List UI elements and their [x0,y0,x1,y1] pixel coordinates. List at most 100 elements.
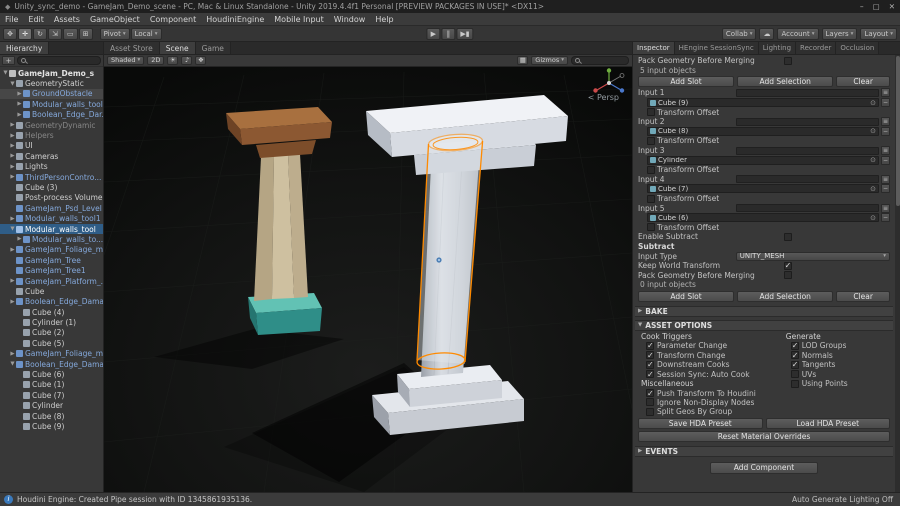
remove-input-button[interactable]: − [881,184,890,194]
checkbox[interactable] [646,370,654,379]
menu-item[interactable]: HoudiniEngine [201,13,269,26]
layers-button[interactable]: Layers ▾ [821,27,858,40]
hierarchy-item[interactable]: ▶ GeometryDynamic [0,120,103,130]
foldout-arrow-icon[interactable]: ▶ [9,216,16,222]
hierarchy-item[interactable]: GameJam_Tree [0,255,103,265]
enable-subtract-checkbox[interactable] [783,232,792,241]
input-field[interactable] [735,117,879,126]
input-object-field[interactable]: Cylinder ⊙ [647,155,879,165]
foldout-arrow-icon[interactable]: ▼ [2,70,9,76]
auto-generate-lighting-label[interactable]: Auto Generate Lighting Off [792,495,896,504]
foldout-arrow-icon[interactable]: ▶ [9,278,16,284]
pivot-toggle-button[interactable]: Pivot ▾ [99,27,130,40]
menu-item[interactable]: File [0,13,23,26]
scrollbar-thumb[interactable] [895,56,900,206]
subtract-add-slot-button[interactable]: Add Slot [638,290,735,302]
object-picker-icon[interactable]: ⊙ [870,214,876,221]
hierarchy-item[interactable]: Cube [0,286,103,296]
checkbox[interactable] [790,351,799,360]
hierarchy-item[interactable]: GameJam_Psd_Level [0,203,103,213]
foldout-arrow-icon[interactable]: ▶ [9,143,16,149]
collab-button[interactable]: Collab ▾ [721,27,757,40]
bake-section-header[interactable]: ▶ BAKE [635,305,893,317]
foldout-arrow-icon[interactable]: ▶ [9,247,16,253]
inspector-scrollbar[interactable] [895,55,900,492]
keep-world-transform-checkbox[interactable] [783,261,792,270]
transform-tool-button[interactable]: ⊞ [78,27,93,40]
hierarchy-item[interactable]: ▶ Helpers [0,130,103,140]
transform-offset-checkbox[interactable] [647,108,655,117]
input-options-button[interactable]: ≡ [881,174,890,184]
checkbox[interactable] [790,379,799,388]
foldout-arrow-icon[interactable]: ▶ [9,122,16,128]
hierarchy-item[interactable]: ▶ Modular_walls_tool1 [0,213,103,223]
layout-button[interactable]: Layout ▾ [860,27,897,40]
scene-view-tab[interactable]: Game [195,42,231,54]
input-object-field[interactable]: Cube (7) ⊙ [647,184,879,194]
scale-tool-button[interactable]: ⇲ [48,27,62,40]
input-field[interactable] [735,204,879,213]
remove-input-button[interactable]: − [881,213,890,223]
inspector-tab[interactable]: HEngine SessionSync [674,42,759,54]
shading-mode-dropdown[interactable]: Shaded ▾ [107,56,145,65]
add-selection-button[interactable]: Add Selection [737,76,834,88]
minimize-button[interactable]: – [860,2,864,11]
add-component-button[interactable]: Add Component [710,461,818,474]
hierarchy-item[interactable]: Cube (7) [0,390,103,400]
scene-view-tab[interactable]: Asset Store [104,42,160,54]
object-picker-icon[interactable]: ⊙ [870,185,876,192]
input-object-field[interactable]: Cube (8) ⊙ [647,126,879,136]
input-object-field[interactable]: Cube (6) ⊙ [647,213,879,223]
hierarchy-item[interactable]: ▶ GameJam_Platform_... [0,276,103,286]
menu-item[interactable]: GameObject [85,13,145,26]
menu-item[interactable]: Help [370,13,398,26]
hierarchy-item[interactable]: ▶ Lights [0,162,103,172]
hierarchy-item[interactable]: Cube (9) [0,421,103,431]
checkbox[interactable] [646,407,654,416]
checkbox[interactable] [646,341,654,350]
hierarchy-item[interactable]: Cylinder [0,401,103,411]
hierarchy-item[interactable]: ▼ Modular_walls_tool [0,223,103,235]
rotate-tool-button[interactable]: ↻ [33,27,47,40]
input-field[interactable] [735,175,879,184]
create-object-button[interactable]: + [2,56,15,65]
transform-offset-checkbox[interactable] [647,136,655,145]
save-hda-preset-button[interactable]: Save HDA Preset [638,417,763,429]
foldout-arrow-icon[interactable]: ▶ [16,236,23,242]
menu-item[interactable]: Edit [23,13,49,26]
hierarchy-item[interactable]: GameJam_Tree1 [0,265,103,275]
hierarchy-item[interactable]: Cube (2) [0,328,103,338]
hierarchy-item[interactable]: ▼ GameJam_Demo_s [0,68,103,78]
checkbox[interactable] [646,351,654,360]
perspective-label[interactable]: < Persp [588,93,619,102]
inspector-tab[interactable]: Occlusion [836,42,880,54]
menu-item[interactable]: Component [145,13,201,26]
subtract-clear-button[interactable]: Clear [836,290,891,302]
pack-geometry-subtract-checkbox[interactable] [783,271,792,280]
hierarchy-item[interactable]: ▶ Boolean_Edge_Dar... [0,110,103,120]
maximize-button[interactable]: ▢ [873,2,880,11]
remove-input-button[interactable]: − [881,126,890,136]
hierarchy-item[interactable]: ▶ Cameras [0,151,103,161]
load-hda-preset-button[interactable]: Load HDA Preset [765,417,890,429]
menu-item[interactable]: Window [329,13,371,26]
2d-toggle-button[interactable]: 2D [147,56,165,65]
hand-tool-button[interactable]: ✥ [3,27,17,40]
object-picker-icon[interactable]: ⊙ [870,99,876,106]
checkbox[interactable] [790,341,799,350]
checkbox[interactable] [646,389,654,398]
hierarchy-item[interactable]: Post-process Volume [0,193,103,203]
scene-search-input[interactable] [571,56,629,65]
object-picker-icon[interactable]: ⊙ [870,157,876,164]
hierarchy-search-input[interactable] [17,56,101,65]
gizmos-dropdown[interactable]: Gizmos ▾ [531,56,568,65]
clear-button[interactable]: Clear [836,76,891,88]
scene-view-tab[interactable]: Scene [159,42,196,54]
inspector-tab[interactable]: Inspector [633,42,675,54]
reset-material-overrides-button[interactable]: Reset Material Overrides [638,430,890,442]
input-type-dropdown[interactable]: UNITY_MESH ▾ [735,251,890,261]
hierarchy-item[interactable]: ▶ GameJam_Foliage_m... [0,245,103,255]
hierarchy-item[interactable]: ▶ GroundObstacle [0,88,103,100]
hierarchy-item[interactable]: ▶ Modular_walls_to... [0,234,103,244]
scene-audio-toggle-icon[interactable]: ♪ [181,56,193,65]
